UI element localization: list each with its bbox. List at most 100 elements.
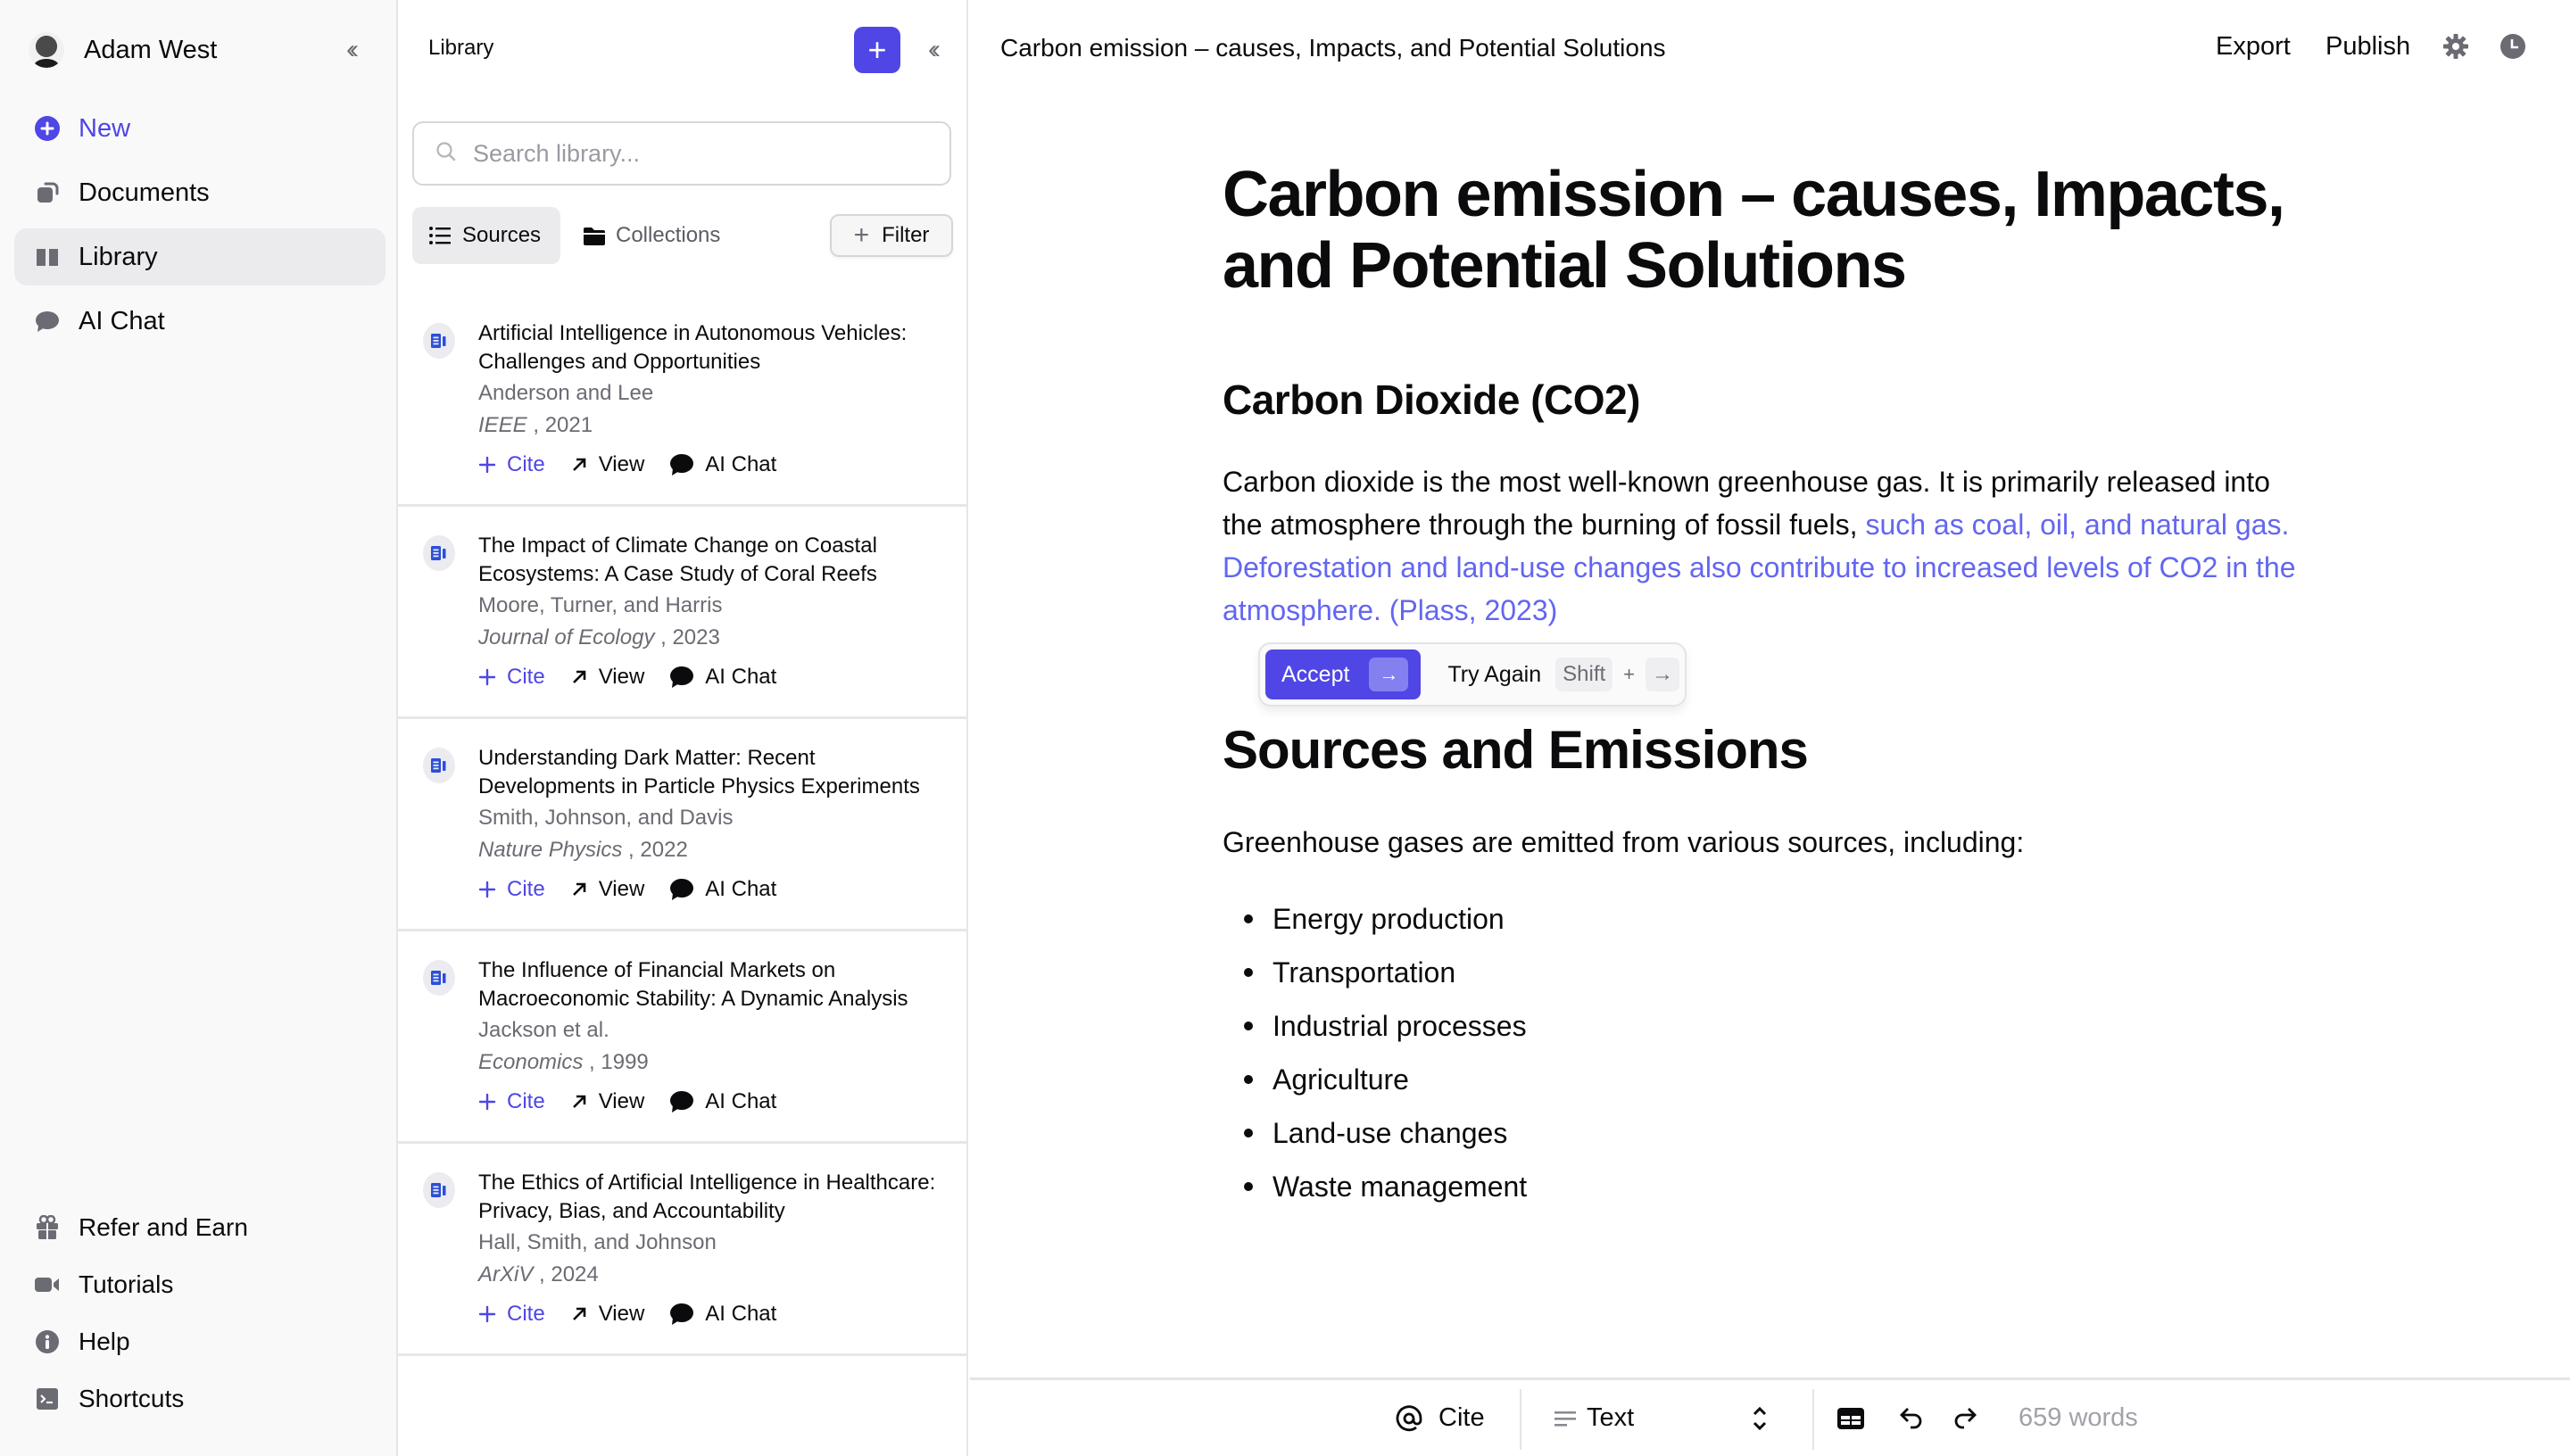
source-card[interactable]: The Influence of Financial Markets on Ma… [398, 931, 966, 1144]
ai-chat-button[interactable]: AI Chat [669, 665, 776, 690]
list-item: Industrial processes [1223, 999, 1527, 1053]
insert-table-button[interactable] [1837, 1380, 1864, 1456]
cite-button[interactable]: Cite [478, 452, 545, 477]
user-name: Adam West [84, 35, 218, 64]
sidebar-item-new[interactable]: New [14, 100, 386, 157]
source-card[interactable]: Understanding Dark Matter: Recent Develo… [398, 719, 966, 931]
sidebar-item-label: Documents [79, 178, 210, 207]
sidebar-item-library[interactable]: Library [14, 228, 386, 285]
sidebar-item-shortcuts[interactable]: Shortcuts [14, 1370, 386, 1427]
view-button[interactable]: View [570, 877, 645, 902]
cite-button[interactable]: Cite [478, 1089, 545, 1114]
accept-suggestion-button[interactable]: Accept → [1265, 649, 1422, 699]
toolbar-divider [1812, 1389, 1814, 1450]
add-source-button[interactable]: + [854, 27, 900, 73]
chevron-up-down-icon [1751, 1404, 1769, 1433]
view-button[interactable]: View [570, 1089, 644, 1114]
source-card[interactable]: Artificial Intelligence in Autonomous Ve… [398, 294, 966, 507]
text-style-label: Text [1587, 1403, 1635, 1432]
plus-icon [478, 881, 496, 898]
source-actions: Cite View AI Chat [478, 452, 940, 477]
source-card[interactable]: The Impact of Climate Change on Coastal … [398, 507, 966, 719]
export-button[interactable]: Export [2216, 32, 2291, 62]
view-button[interactable]: View [570, 452, 644, 477]
ai-chat-button[interactable]: AI Chat [669, 452, 776, 477]
source-venue: Economics , 1999 [478, 1046, 940, 1079]
list-icon [428, 226, 452, 245]
sidebar-item-ai-chat[interactable]: AI Chat [14, 293, 386, 350]
gift-icon [34, 1214, 61, 1241]
plus-icon: + [867, 31, 887, 68]
document-type-icon [423, 323, 455, 359]
arrow-up-right-icon [570, 1305, 588, 1323]
publish-button[interactable]: Publish [2325, 32, 2410, 62]
cite-button[interactable]: Cite [1396, 1380, 1485, 1456]
view-button[interactable]: View [570, 665, 645, 690]
source-card[interactable]: The Ethics of Artificial Intelligence in… [398, 1144, 966, 1356]
cite-button[interactable]: Cite [478, 665, 545, 690]
avatar [29, 32, 64, 68]
sidebar-item-help[interactable]: Help [14, 1313, 386, 1370]
tab-collections[interactable]: Collections [568, 207, 736, 264]
list-item: Agriculture [1223, 1053, 1527, 1106]
cite-button[interactable]: Cite [478, 877, 545, 902]
sidebar-item-label: New [79, 113, 131, 143]
plus-icon [478, 1093, 496, 1111]
view-button[interactable]: View [570, 1302, 644, 1327]
venue-name: Economics [478, 1050, 584, 1074]
view-label: View [598, 877, 645, 901]
sidebar-item-label: Library [79, 242, 158, 271]
arrow-up-right-icon [570, 668, 588, 686]
arrow-right-icon: → [1369, 658, 1409, 691]
chat-bubble-icon [669, 666, 694, 689]
collapse-sidebar-button[interactable]: ‹‹ [332, 34, 368, 66]
search-input[interactable] [473, 139, 937, 168]
info-circle-icon [34, 1328, 61, 1355]
tab-sources[interactable]: Sources [412, 207, 560, 264]
view-label: View [598, 665, 645, 689]
document-type-icon [423, 748, 455, 783]
try-again-button[interactable]: Try Again Shift + → [1447, 658, 1680, 691]
double-chevron-left-icon: ‹‹ [928, 35, 941, 64]
library-title: Library [428, 36, 494, 60]
venue-year: , 2021 [526, 413, 593, 437]
text-style-select[interactable]: Text [1554, 1380, 1769, 1456]
section-heading-sources: Sources and Emissions [1223, 720, 1809, 780]
clock-icon [2500, 33, 2526, 64]
ai-chat-button[interactable]: AI Chat [669, 877, 776, 902]
undo-button[interactable] [1898, 1380, 1925, 1456]
source-title: The Influence of Financial Markets on Ma… [478, 958, 908, 1011]
ai-chat-button[interactable]: AI Chat [669, 1302, 776, 1327]
sidebar-item-tutorials[interactable]: Tutorials [14, 1256, 386, 1313]
document-body[interactable]: Carbon emission – causes, Impacts, and P… [1223, 159, 2311, 632]
settings-button[interactable] [2442, 33, 2470, 62]
collapse-library-button[interactable]: ‹‹ [914, 32, 949, 68]
source-authors: Jackson et al. [478, 1018, 609, 1042]
source-title: Understanding Dark Matter: Recent Develo… [478, 746, 920, 798]
sidebar-item-label: Shortcuts [79, 1385, 185, 1412]
plus-icon [478, 668, 496, 686]
redo-button[interactable] [1952, 1380, 1978, 1456]
ai-chat-button[interactable]: AI Chat [669, 1089, 776, 1114]
sidebar-item-documents[interactable]: Documents [14, 164, 386, 221]
user-profile[interactable]: Adam West [29, 32, 217, 68]
document-heading: Carbon emission – causes, Impacts, and P… [1223, 159, 2285, 302]
sidebar-item-refer-and-earn[interactable]: Refer and Earn [14, 1199, 386, 1256]
shortcut-plus: + [1623, 663, 1636, 685]
plus-icon [478, 456, 496, 474]
venue-name: Nature Physics [478, 838, 623, 862]
source-title: Artificial Intelligence in Autonomous Ve… [478, 321, 908, 374]
word-count: 659 words [2019, 1403, 2138, 1432]
cite-label: Cite [507, 452, 545, 476]
document-type-icon [423, 1172, 455, 1208]
filter-button[interactable]: + Filter [830, 214, 953, 257]
table-icon [1837, 1407, 1864, 1429]
library-search[interactable] [412, 121, 951, 186]
cite-button[interactable]: Cite [478, 1302, 545, 1327]
history-button[interactable] [2499, 33, 2527, 64]
sidebar-item-label: Tutorials [79, 1270, 174, 1298]
try-again-label: Try Again [1447, 661, 1542, 687]
source-venue: ArXiV , 2024 [478, 1259, 940, 1291]
source-actions: Cite View AI Chat [478, 665, 940, 690]
ai-chat-label: AI Chat [705, 665, 777, 689]
